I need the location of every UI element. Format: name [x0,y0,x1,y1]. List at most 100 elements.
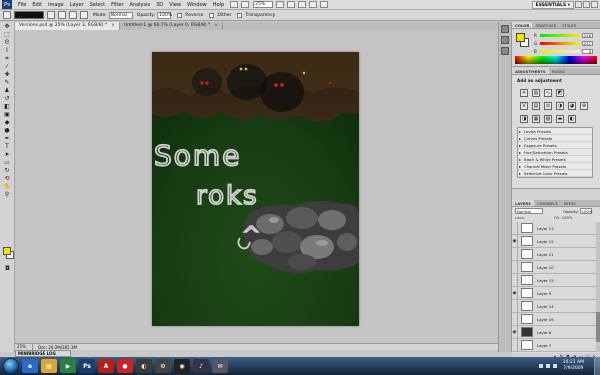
status-doc-size[interactable]: Doc: 20.2M/385.3M [33,345,77,350]
opacity-field[interactable]: 100% [157,11,172,19]
layer-row[interactable]: ◉ Layer 12 [512,234,596,248]
blend-mode-select[interactable]: Normal [515,208,543,214]
minimize-icon[interactable] [575,1,582,8]
layer-row[interactable]: Layer 14 [512,299,596,313]
mode-select[interactable]: Normal [108,11,133,19]
layer-row[interactable]: Layer 15 [512,273,596,287]
hand-tool-icon[interactable]: ✋ [3,183,12,190]
volume-icon[interactable] [545,364,550,368]
clock[interactable]: 10:21 AM 7/9/2009 [563,360,584,372]
layer-opacity-field[interactable]: 100% [579,208,592,214]
preset-item[interactable]: Hue/Saturation Presets [518,149,592,156]
color_panel-tab-styles[interactable]: STYLES [559,22,579,28]
layer-row[interactable]: ◉ Layer 8 [512,325,596,339]
selective-color-icon[interactable]: ◧ [568,115,576,123]
dither-checkbox[interactable] [209,12,215,18]
taskbar-app-icon[interactable]: ♪ [193,359,209,373]
layer-row[interactable]: Layer 11 [512,247,596,261]
dodge-tool-icon[interactable]: ● [3,127,12,134]
taskbar-app-icon[interactable]: Ps [79,359,95,373]
transparency-checkbox[interactable] [237,12,243,18]
zoom-level-select[interactable]: 25% [253,1,274,8]
blue-value[interactable]: 8 [582,48,593,54]
reflected-gradient-icon[interactable] [80,11,88,19]
type-tool-icon[interactable]: T [3,143,12,150]
preset-item[interactable]: Channel Mixer Presets [518,163,592,170]
shape-tool-icon[interactable]: ▭ [3,159,12,166]
taskbar-app-icon[interactable]: ▤ [41,359,57,373]
arrange-documents-icon[interactable] [309,1,318,8]
brightness-contrast-icon[interactable]: ☀ [520,89,528,97]
green-slider[interactable]: G 232 [534,40,596,46]
crop-tool-icon[interactable]: ⌗ [3,55,12,62]
document-canvas[interactable]: Some roks ^ [152,52,359,326]
color_panel-tab-swatches[interactable]: SWATCHES [532,22,559,28]
hue-saturation-icon[interactable]: ▤ [532,102,540,110]
close-icon[interactable] [591,1,598,8]
menu-edit[interactable]: Edit [29,2,45,8]
taskbar-app-icon[interactable]: ● [117,359,133,373]
document-tab[interactable]: Untitled-1 @ 66.7% (Layer 0, RGB/8) * × [120,22,224,30]
gradient-tool-icon[interactable]: ▣ [3,111,12,118]
exposure-icon[interactable]: ◩ [556,89,564,97]
history-panel-icon[interactable] [501,25,509,33]
visibility-eye-icon[interactable] [512,222,518,235]
menu-filter[interactable]: Filter [108,2,126,8]
visibility-eye-icon[interactable]: ◉ [512,286,518,300]
visibility-eye-icon[interactable] [512,260,518,274]
path-select-tool-icon[interactable]: ➤ [3,151,12,158]
layer-scrollbar[interactable] [596,222,600,352]
healing-brush-tool-icon[interactable]: ✚ [3,71,12,78]
fill-label[interactable]: Fill: 100% [554,215,572,220]
taskbar-app-icon[interactable]: e [22,359,38,373]
launch-bridge-icon[interactable] [230,1,239,8]
taskbar-app-icon[interactable]: ▶ [60,359,76,373]
visibility-eye-icon[interactable] [512,299,518,313]
angle-gradient-icon[interactable] [69,11,77,19]
menu-3d[interactable]: 3D [153,2,166,8]
layer-row[interactable]: ◉ Layer 9 [512,286,596,300]
menu-analysis[interactable]: Analysis [127,2,154,8]
menu-window[interactable]: Window [184,2,210,8]
taskbar-app-icon[interactable]: ◐ [136,359,152,373]
3d-rotate-tool-icon[interactable]: ↻ [3,167,12,174]
channel-mixer-icon[interactable]: ⊕ [580,102,588,110]
red-slider[interactable]: R 236 [534,32,596,38]
levels-icon[interactable]: ▥ [532,89,540,97]
color-spectrum[interactable] [515,56,597,64]
launch-minibridge-icon[interactable] [241,1,250,8]
visibility-eye-icon[interactable] [512,312,518,326]
eraser-tool-icon[interactable]: ◧ [3,103,12,110]
quick-select-tool-icon[interactable]: ⌇ [3,47,12,54]
minibridge-tab[interactable]: MINIBRIDGE LOG [15,350,71,357]
posterize-icon[interactable]: ▦ [532,115,540,123]
visibility-eye-icon[interactable] [512,338,518,352]
menu-view[interactable]: View [166,2,184,8]
hand-tool-icon[interactable] [276,1,285,8]
adjustments-tab-adjustments[interactable]: ADJUSTMENTS [512,68,549,74]
preset-item[interactable]: Black & White Presets [518,156,592,163]
preset-item[interactable]: Levels Presets [518,128,592,135]
menu-select[interactable]: Select [87,2,108,8]
foreground-color-swatch[interactable] [3,247,11,255]
layer-row[interactable]: Layer 13 [512,222,596,235]
network-icon[interactable] [538,364,543,368]
scroll-thumb[interactable] [596,312,600,342]
actions-panel-icon[interactable] [501,36,509,44]
reverse-checkbox[interactable] [177,12,183,18]
layers_panel-tab-channels[interactable]: CHANNELS [534,200,561,206]
gradient-map-icon[interactable]: ▬ [556,115,564,123]
eyedropper-tool-icon[interactable]: ⁄ [3,63,12,70]
threshold-icon[interactable]: ▧ [544,115,552,123]
preset-item[interactable]: Curves Presets [518,135,592,142]
show-desktop-button[interactable] [594,357,600,375]
menu-image[interactable]: Image [45,2,67,8]
layer-row[interactable]: Layer 10 [512,260,596,274]
taskbar-app-icon[interactable]: A [98,359,114,373]
start-button-icon[interactable] [3,358,19,374]
visibility-eye-icon[interactable] [512,247,518,261]
zoom-tool-icon[interactable]: ⚲ [3,191,12,198]
vibrance-icon[interactable]: V [520,102,528,110]
rotate-view-icon[interactable] [298,1,307,8]
workspace-switcher[interactable]: ESSENTIALS ▾ [531,1,574,9]
